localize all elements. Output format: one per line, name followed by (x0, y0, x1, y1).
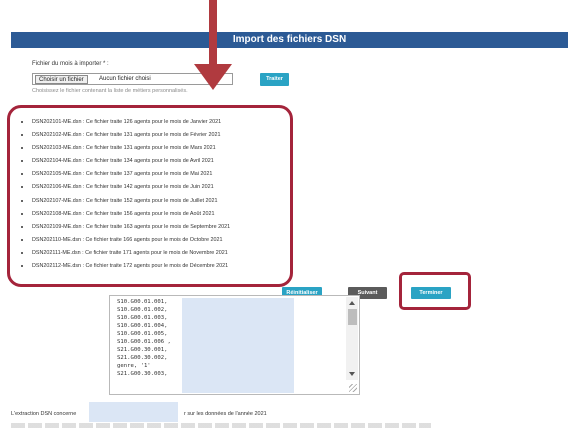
scroll-down-arrow-icon[interactable] (349, 372, 355, 376)
file-hint: Choisissez le fichier contenant la liste… (32, 88, 188, 94)
redacted-area (182, 298, 294, 393)
scrollbar-thumb[interactable] (348, 309, 357, 325)
finish-highlight-frame (399, 272, 471, 310)
scroll-up-arrow-icon[interactable] (349, 301, 355, 305)
footer-text-prefix: L'extraction DSN concerne (11, 411, 77, 417)
no-file-text: Aucun fichier choisi (99, 76, 151, 82)
redacted-area (89, 402, 178, 422)
resize-grip-icon[interactable] (349, 384, 357, 392)
annotation-arrowhead-icon (194, 64, 232, 90)
process-button[interactable]: Traiter (260, 73, 289, 86)
list-highlight-frame (7, 105, 293, 287)
file-field-label: Fichier du mois à importer * : (32, 61, 109, 67)
footer-text-suffix: r sur les données de l'année 2021 (184, 411, 267, 417)
page-title: Import des fichiers DSN (11, 32, 568, 48)
dsn-fields-text: S10.G00.01.001, S10.G00.01.002, S10.G00.… (117, 299, 171, 377)
annotation-arrow-icon (209, 0, 217, 67)
choose-file-button[interactable]: Choisir un fichier (35, 75, 88, 84)
cut-off-text (11, 423, 431, 428)
